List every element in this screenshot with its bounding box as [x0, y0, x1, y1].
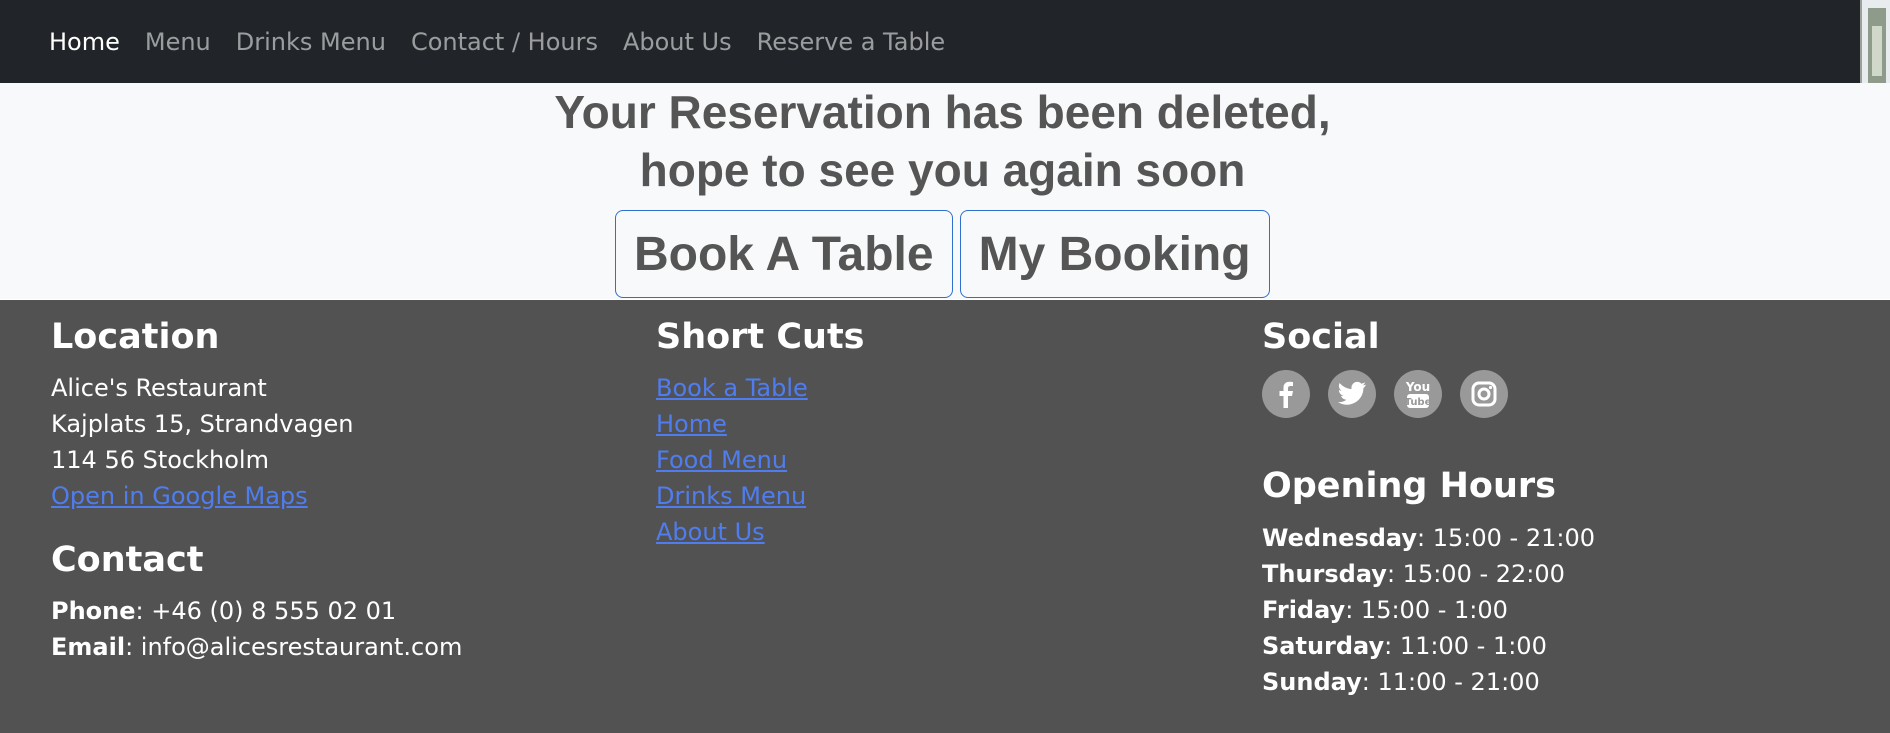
restaurant-name: Alice's Restaurant [51, 374, 267, 402]
contact-heading: Contact [51, 540, 204, 580]
hours-day: Wednesday [1262, 524, 1418, 552]
hours-day: Sunday [1262, 668, 1362, 696]
nav-reserve-table[interactable]: Reserve a Table [757, 28, 946, 56]
facebook-icon[interactable] [1262, 370, 1310, 418]
phone-label: Phone [51, 597, 136, 625]
shortcut-drinks-menu-link[interactable]: Drinks Menu [656, 482, 806, 510]
page-title: Your Reservation has been deleted, hope … [0, 83, 1885, 199]
instagram-icon[interactable] [1460, 370, 1508, 418]
nav-about-us[interactable]: About Us [623, 28, 732, 56]
title-line-2: hope to see you again soon [639, 144, 1246, 196]
nav-drinks-menu[interactable]: Drinks Menu [236, 28, 386, 56]
location-heading: Location [51, 317, 220, 357]
confirmation-hero: Your Reservation has been deleted, hope … [0, 83, 1890, 299]
hours-row: Friday: 15:00 - 1:00 [1262, 596, 1508, 624]
hours-row: Wednesday: 15:00 - 21:00 [1262, 524, 1595, 552]
hours-time: : 15:00 - 21:00 [1417, 524, 1595, 552]
email-value: : info@alicesrestaurant.com [125, 633, 463, 661]
nav-list: Home Menu Drinks Menu Contact / Hours Ab… [49, 0, 970, 83]
hours-time: : 11:00 - 21:00 [1361, 668, 1540, 696]
svg-text:Tube: Tube [1405, 397, 1432, 408]
shortcuts-heading: Short Cuts [656, 317, 865, 357]
hours-day: Thursday [1262, 560, 1387, 588]
hours-time: : 11:00 - 1:00 [1384, 632, 1547, 660]
shortcut-home-link[interactable]: Home [656, 410, 727, 438]
shortcut-book-table-link[interactable]: Book a Table [656, 374, 808, 402]
contact-email: Email: info@alicesrestaurant.com [51, 633, 462, 661]
nav-contact-hours[interactable]: Contact / Hours [411, 28, 598, 56]
hours-day: Saturday [1262, 632, 1385, 660]
opening-hours-heading: Opening Hours [1262, 466, 1556, 506]
hours-day: Friday [1262, 596, 1346, 624]
nav-home[interactable]: Home [49, 28, 120, 56]
hours-row: Sunday: 11:00 - 21:00 [1262, 668, 1540, 696]
google-maps-link[interactable]: Open in Google Maps [51, 482, 308, 510]
my-booking-button[interactable]: My Booking [959, 210, 1270, 298]
shortcut-about-us-link[interactable]: About Us [656, 518, 765, 546]
social-heading: Social [1262, 317, 1380, 357]
email-label: Email [51, 633, 126, 661]
twitter-icon[interactable] [1328, 370, 1376, 418]
youtube-icon[interactable]: You Tube [1394, 370, 1442, 418]
hours-row: Saturday: 11:00 - 1:00 [1262, 632, 1547, 660]
social-icons: You Tube [1262, 370, 1526, 418]
address-street: Kajplats 15, Strandvagen [51, 410, 354, 438]
title-line-1: Your Reservation has been deleted, [554, 86, 1331, 138]
book-a-table-button[interactable]: Book A Table [615, 210, 953, 298]
hours-time: : 15:00 - 1:00 [1345, 596, 1508, 624]
svg-text:You: You [1405, 380, 1430, 394]
top-navbar: Home Menu Drinks Menu Contact / Hours Ab… [0, 0, 1890, 106]
address-city: 114 56 Stockholm [51, 446, 269, 474]
site-footer: Location Alice's Restaurant Kajplats 15,… [0, 300, 1890, 733]
nav-menu[interactable]: Menu [145, 28, 211, 56]
contact-phone: Phone: +46 (0) 8 555 02 01 [51, 597, 396, 625]
hero-buttons: Book A Table My Booking [615, 210, 1277, 298]
phone-value: : +46 (0) 8 555 02 01 [135, 597, 397, 625]
hours-time: : 15:00 - 22:00 [1386, 560, 1565, 588]
shortcut-food-menu-link[interactable]: Food Menu [656, 446, 787, 474]
hours-row: Thursday: 15:00 - 22:00 [1262, 560, 1565, 588]
